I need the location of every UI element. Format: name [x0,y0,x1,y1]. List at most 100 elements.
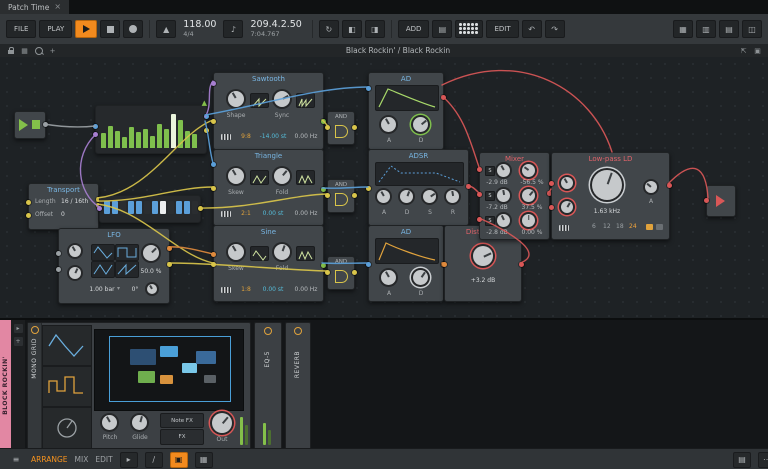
device-eq5[interactable]: EQ-5 [254,322,282,450]
port[interactable] [704,198,709,203]
out-knob[interactable] [212,413,232,433]
pan-knob[interactable] [522,164,535,177]
attack-knob[interactable] [381,270,396,285]
panel-menu-icon[interactable]: ≡ [8,453,24,467]
file-button[interactable]: FILE [6,20,36,38]
chain-collapse-icon[interactable]: ▸ [14,324,23,333]
layout-arrange-button[interactable]: ▦ [673,20,693,38]
device-reverb[interactable]: REVERB [285,322,311,450]
undo-button[interactable]: ↶ [522,20,542,38]
play-mode-button[interactable]: PLAY [39,20,72,38]
sustain-knob[interactable] [423,190,436,203]
freq-value[interactable]: 0.00 Hz [292,287,320,293]
port[interactable] [441,95,446,100]
port[interactable] [211,162,216,167]
position-display[interactable]: 209.4.2.50 7:04.767 [246,20,305,38]
solo-button[interactable]: S [485,191,495,201]
port[interactable] [167,246,172,251]
device-header[interactable]: MONO GRID [28,323,42,449]
module-sine[interactable]: Sine Skew Fold 1:8 0.00 st 0.00 Hz [213,225,324,302]
add-device-icon[interactable]: + [14,337,23,346]
close-icon[interactable]: × [54,3,61,11]
pencil-tool-icon[interactable]: ∕ [145,452,163,468]
panel-icon[interactable]: ▣ [753,46,762,55]
view-edit[interactable]: EDIT [95,455,112,464]
device-mono-grid[interactable]: MONO GRID Pitch Glide Note FX FX [27,322,251,450]
record-button[interactable] [123,20,143,38]
view-mix[interactable]: MIX [75,455,89,464]
attack-knob[interactable] [377,190,390,203]
port[interactable] [167,262,172,267]
play-button[interactable] [75,20,97,38]
port[interactable] [549,181,554,186]
port[interactable] [477,167,482,172]
decay-knob[interactable] [413,117,428,132]
decay-knob[interactable] [400,190,413,203]
port[interactable] [366,186,371,191]
lfo-shape-square[interactable] [115,244,139,261]
port[interactable] [549,205,554,210]
grid-view-icon[interactable]: ▦ [20,46,29,55]
level-knob[interactable] [497,189,510,202]
port[interactable] [352,270,357,275]
detail-panel-icon[interactable]: ▤ [733,452,751,468]
port[interactable] [211,81,216,86]
punch-out-button[interactable]: ◨ [365,20,385,38]
grid-preview-selection[interactable] [109,336,231,402]
lfo-rate-value[interactable]: 1.00 bar [87,287,117,293]
port[interactable] [466,184,471,189]
port[interactable] [366,86,371,91]
port[interactable] [93,124,98,129]
view-arrange[interactable]: ARRANGE [31,455,68,464]
layout-edit-button[interactable]: ▤ [719,20,739,38]
fold-knob[interactable] [274,168,290,184]
note-button[interactable]: ♪ [223,20,243,38]
tempo-display[interactable]: 118.00 4/4 [179,20,220,38]
port[interactable] [26,200,31,205]
keyboard-icon[interactable] [221,287,231,293]
glide-knob[interactable] [132,415,147,430]
port[interactable] [211,262,216,267]
freq-value[interactable]: 0.00 Hz [292,134,320,140]
port[interactable] [667,183,672,188]
skew-knob[interactable] [228,244,244,260]
lfo-knob-2[interactable] [69,267,81,279]
cutoff-knob[interactable] [592,170,622,200]
bitwig-logo-button[interactable] [455,20,483,38]
port[interactable] [352,193,357,198]
port[interactable] [26,213,31,218]
help-panel-icon[interactable]: ⋯ [758,452,768,468]
ratio-value[interactable]: 9:8 [238,134,254,140]
dual-display-button[interactable]: ◫ [742,20,762,38]
port[interactable] [97,206,102,211]
pointer-tool-icon[interactable]: ▸ [120,452,138,468]
song-time[interactable]: 7:04.767 [250,31,301,38]
module-and-1[interactable]: AND [327,111,355,145]
lock-icon[interactable] [6,46,15,55]
skew-knob[interactable] [228,168,244,184]
shape-knob[interactable] [228,91,244,107]
modulator-slot-1[interactable] [42,325,92,366]
module-lfo[interactable]: LFO 50.0 % 1.00 bar ▾ 0° [58,228,170,304]
steps-cells[interactable] [104,201,198,214]
level-knob[interactable] [497,164,510,177]
length-value[interactable]: 16 / 16th [61,199,88,205]
edit-button[interactable]: EDIT [486,20,518,38]
pole-option-12[interactable]: 12 [603,223,611,230]
module-steps[interactable] [99,195,201,223]
port[interactable] [366,262,371,267]
keyboard-icon[interactable] [559,225,569,231]
lfo-amount-knob[interactable] [143,245,159,261]
fold-knob[interactable] [274,244,290,260]
module-sawtooth[interactable]: Sawtooth Shape Sync 9:8 -14.00 st 0.00 H… [213,72,324,150]
freq-value[interactable]: 0.00 Hz [292,211,320,217]
port[interactable] [204,128,209,133]
chevron-down-icon[interactable]: ▾ [117,285,120,292]
module-mixer[interactable]: Mixer S -2.9 dB -56.5 % S -7.2 dB 37.5 %… [479,152,550,240]
pan-value[interactable]: 37.5 % [516,205,548,211]
add-button[interactable]: ADD [398,20,430,38]
layout-mix-button[interactable]: ▥ [696,20,716,38]
module-triangle[interactable]: Triangle Skew Fold 2:1 0.00 st 0.00 Hz [213,149,324,226]
mixer-panel-toggle-icon[interactable]: ▦ [195,452,213,468]
port[interactable] [325,270,330,275]
